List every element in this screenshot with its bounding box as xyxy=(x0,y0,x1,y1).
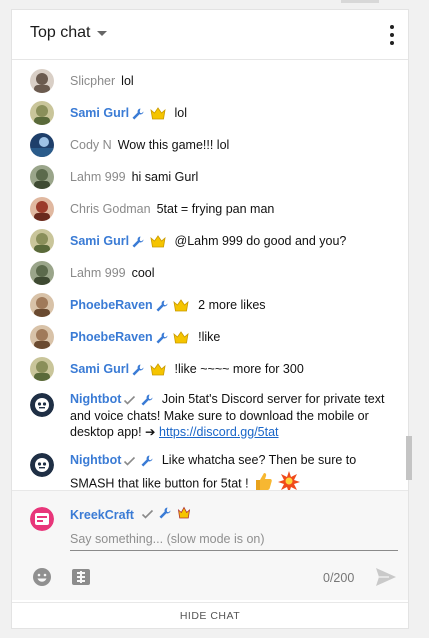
chat-message-input[interactable]: Say something... (slow mode is on) xyxy=(70,531,398,551)
chat-composer: KreekCraft Say something... (slow mode i… xyxy=(12,490,408,600)
author-badges xyxy=(123,392,153,408)
top-gap xyxy=(0,0,429,9)
author-badges xyxy=(131,104,166,124)
current-user-badges xyxy=(141,506,191,525)
avatar[interactable] xyxy=(30,325,54,349)
wrench-icon xyxy=(132,364,144,376)
avatar[interactable] xyxy=(30,165,54,189)
crown-icon xyxy=(149,235,166,248)
wrench-icon xyxy=(141,394,153,406)
emoji-smile-icon[interactable] xyxy=(32,567,52,587)
more-vert-icon[interactable] xyxy=(386,25,398,45)
author-badges xyxy=(155,296,190,316)
avatar[interactable] xyxy=(30,101,54,125)
author-badges xyxy=(131,232,166,252)
chat-mode-dropdown[interactable]: Top chat xyxy=(30,24,108,42)
author-badges xyxy=(131,360,166,380)
check-icon xyxy=(124,396,136,406)
message-text: lol xyxy=(174,106,188,120)
current-user-name: KreekCraft xyxy=(70,508,134,522)
live-chat-panel: Top chat Slicpher lol Sami Gurl lol Cody… xyxy=(11,9,412,629)
crown-icon xyxy=(177,506,190,519)
thumbs-up-emoji xyxy=(252,470,274,491)
message-text: 5tat = frying pan man xyxy=(156,202,275,216)
avatar[interactable] xyxy=(30,261,54,285)
author-name[interactable]: Nightbot xyxy=(70,453,121,467)
author-name[interactable]: Chris Godman xyxy=(70,202,151,216)
avatar[interactable] xyxy=(30,229,54,253)
author-name[interactable]: Lahm 999 xyxy=(70,266,126,280)
chat-header: Top chat xyxy=(12,10,408,60)
author-name[interactable]: PhoebeRaven xyxy=(70,298,153,312)
message-text: hi sami Gurl xyxy=(131,170,199,184)
author-name[interactable]: PhoebeRaven xyxy=(70,330,153,344)
avatar[interactable] xyxy=(30,133,54,157)
avatar[interactable] xyxy=(30,453,54,477)
avatar[interactable] xyxy=(30,393,54,417)
chat-messages: Slicpher lol Sami Gurl lol Cody N Wow this… xyxy=(12,61,408,491)
avatar[interactable] xyxy=(30,357,54,381)
author-name[interactable]: Sami Gurl xyxy=(70,106,129,120)
author-name[interactable]: Cody N xyxy=(70,138,112,152)
wrench-icon xyxy=(141,455,153,467)
author-name[interactable]: Slicpher xyxy=(70,74,115,88)
check-icon xyxy=(141,509,154,519)
character-counter: 0/200 xyxy=(323,571,355,585)
avatar[interactable] xyxy=(30,197,54,221)
author-name[interactable]: Nightbot xyxy=(70,392,121,406)
crown-icon xyxy=(149,363,166,376)
message-text: 2 more likes xyxy=(198,298,266,312)
discord-link[interactable]: https://discord.gg/5tat xyxy=(159,425,279,439)
author-name[interactable]: Sami Gurl xyxy=(70,362,129,376)
wrench-icon xyxy=(132,236,144,248)
message-text: cool xyxy=(131,266,155,280)
message-text: !like ~~~~ more for 300 xyxy=(174,362,304,376)
message-text: Wow this game!!! lol xyxy=(117,138,230,152)
message-text: @Lahm 999 do good and you? xyxy=(174,234,347,248)
avatar xyxy=(30,507,54,531)
message-text: lol xyxy=(121,74,134,88)
crown-icon xyxy=(173,299,189,312)
collision-emoji xyxy=(277,470,300,491)
wrench-icon xyxy=(156,332,168,344)
author-name[interactable]: Lahm 999 xyxy=(70,170,126,184)
wrench-icon xyxy=(132,108,144,120)
avatar[interactable] xyxy=(30,293,54,317)
wrench-icon xyxy=(159,507,171,519)
crown-icon xyxy=(173,331,189,344)
wrench-icon xyxy=(156,300,168,312)
avatar[interactable] xyxy=(30,69,54,93)
caret-down-icon xyxy=(97,31,108,36)
hide-chat-button[interactable]: HIDE CHAT xyxy=(180,610,240,622)
author-name[interactable]: Sami Gurl xyxy=(70,234,129,248)
chat-mode-label: Top chat xyxy=(30,24,91,41)
top-edge-bar xyxy=(341,0,379,3)
super-chat-icon[interactable] xyxy=(71,567,91,587)
author-badges xyxy=(123,451,153,470)
send-icon[interactable] xyxy=(375,567,397,587)
author-badges xyxy=(155,328,190,348)
crown-icon xyxy=(149,107,166,120)
check-icon xyxy=(124,456,136,466)
chat-scrollbar[interactable] xyxy=(406,436,412,480)
chat-footer: HIDE CHAT xyxy=(12,602,408,628)
message-text: !like xyxy=(198,330,221,344)
